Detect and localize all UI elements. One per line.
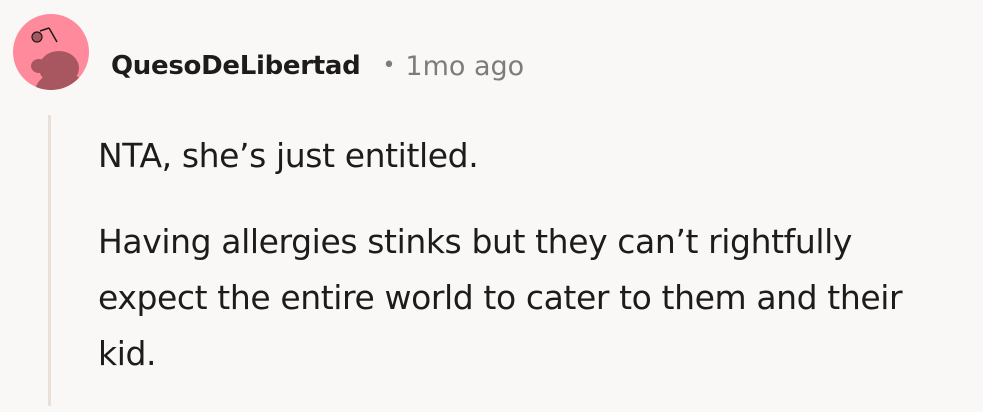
snoo-avatar-icon xyxy=(31,27,87,90)
meta-separator: • xyxy=(382,53,396,78)
comment-paragraph: Having allergies stinks but they can’t r… xyxy=(98,222,903,373)
comment-header: QuesoDeLibertad • 1mo ago xyxy=(111,42,524,90)
comment-timestamp[interactable]: 1mo ago xyxy=(405,51,524,82)
comment-thread-line[interactable] xyxy=(48,115,51,406)
comment-paragraph: NTA, she’s just entitled. xyxy=(98,136,479,175)
comment-body: NTA, she’s just entitled. Having allergi… xyxy=(98,128,968,412)
user-avatar[interactable] xyxy=(13,14,89,90)
username-link[interactable]: QuesoDeLibertad xyxy=(111,51,361,81)
